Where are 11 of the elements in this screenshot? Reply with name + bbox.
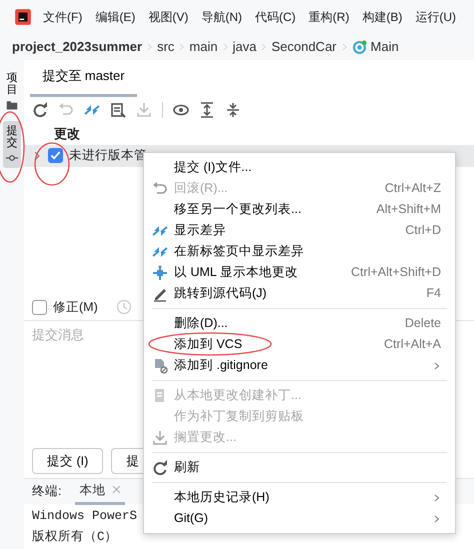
shortcut-label: Ctrl+Alt+Shift+D <box>351 264 441 282</box>
terminal-line: 版权所有（C） <box>32 528 118 546</box>
shortcut-label: Ctrl+D <box>405 222 441 240</box>
shortcut-label: Ctrl+Alt+Z <box>384 180 441 198</box>
terminal-label: 终端: <box>32 483 62 500</box>
shortcut-label: Delete <box>404 315 441 332</box>
column-header: 更改 <box>53 124 81 143</box>
shortcut-label: Ctrl+Alt+A <box>384 336 441 354</box>
terminal-line: Windows PowerS <box>32 508 138 525</box>
shortcut-label: F4 <box>426 285 441 302</box>
shortcut-label: Alt+Shift+M <box>376 201 441 218</box>
